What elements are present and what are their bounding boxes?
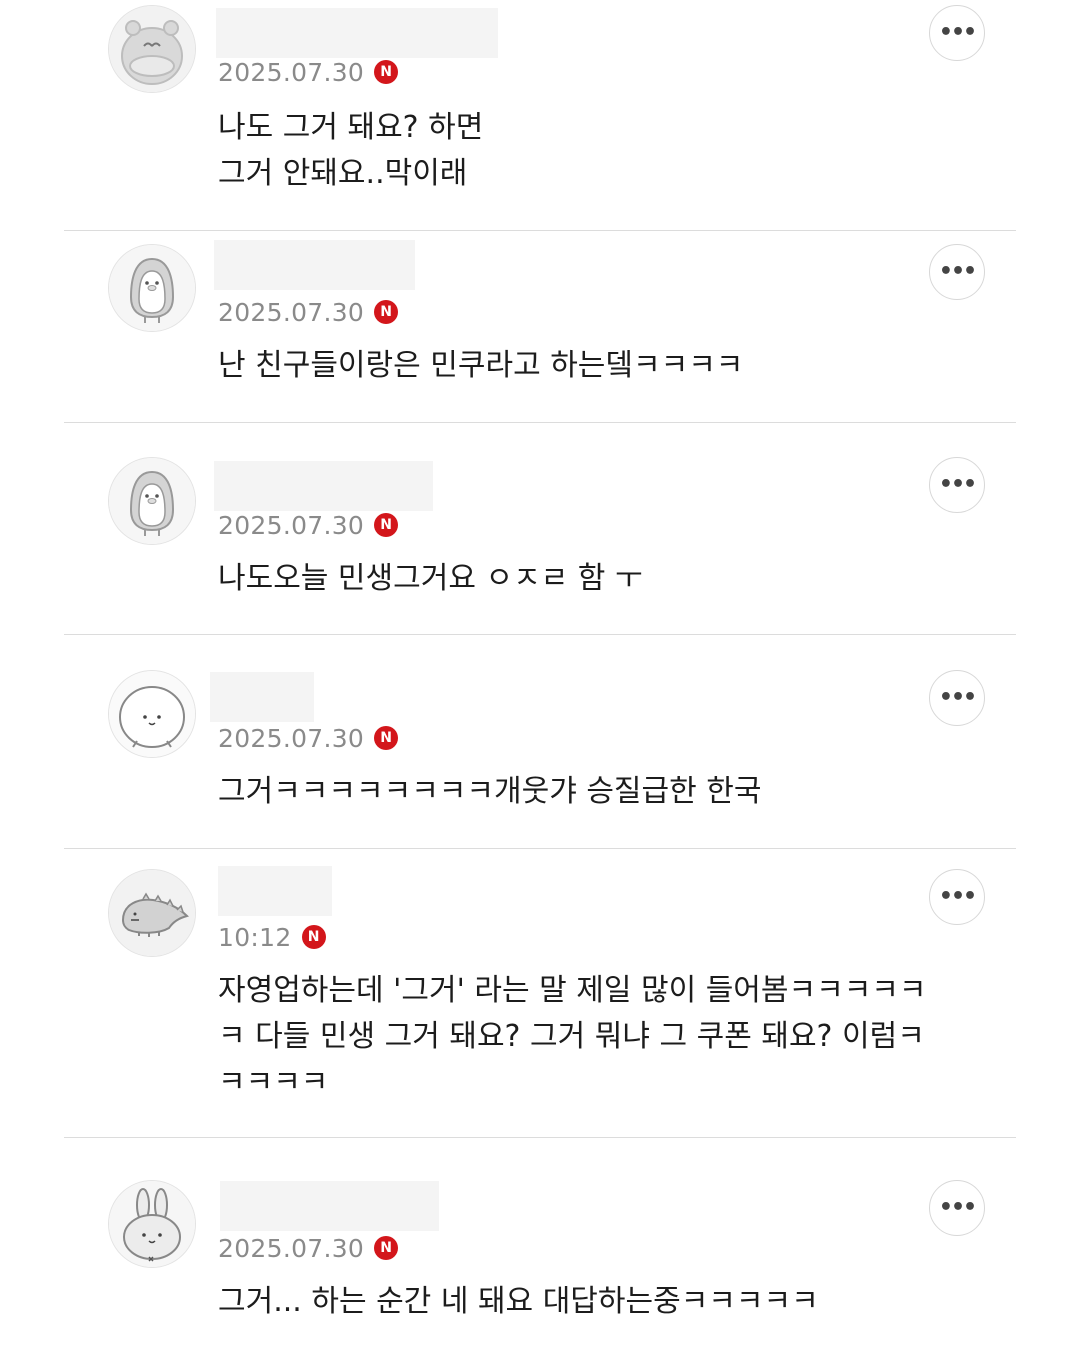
dinosaur-icon [109, 870, 195, 956]
comment-date: 10:12 [218, 922, 292, 952]
more-horizontal-icon: ••• [938, 685, 977, 710]
new-badge: N [374, 726, 399, 750]
divider [64, 1137, 1016, 1138]
penguin-icon [109, 458, 195, 544]
username-redacted [220, 1181, 439, 1231]
new-badge: N [374, 300, 399, 324]
comment-text: 나도 그거 돼요? 하면 그거 안돼요..막이래 [218, 110, 484, 191]
more-horizontal-icon: ••• [938, 1195, 977, 1220]
avatar[interactable] [108, 244, 196, 332]
hamster-icon [109, 6, 195, 92]
comment-text: 자영업하는데 '그거' 라는 말 제일 많이 들어봄ㅋㅋㅋㅋㅋ ㅋ 다들 민생 … [218, 973, 927, 1100]
comment-date: 2025.07.30 [218, 510, 365, 540]
new-badge: N [301, 925, 326, 949]
more-options-button[interactable]: ••• [929, 670, 985, 726]
username-redacted [216, 8, 498, 58]
comment-date: 2025.07.30 [218, 57, 365, 87]
more-options-button[interactable]: ••• [929, 5, 985, 61]
username-redacted [214, 240, 415, 290]
more-horizontal-icon: ••• [938, 884, 977, 909]
comment-text: 나도오늘 민생그거요 ㅇㅈㄹ 함 ㅜ [218, 561, 643, 596]
more-horizontal-icon: ••• [938, 259, 977, 284]
username-redacted [210, 672, 314, 722]
round-face-icon [109, 671, 195, 757]
new-badge: N [374, 60, 399, 84]
comment-text: 난 친구들이랑은 민쿠라고 하는뎈ㅋㅋㅋㅋ [218, 348, 744, 383]
divider [64, 848, 1016, 849]
more-options-button[interactable]: ••• [929, 1180, 985, 1236]
new-badge: N [374, 513, 399, 537]
avatar[interactable] [108, 670, 196, 758]
comment-meta: 2025.07.30 N [218, 57, 399, 87]
username-redacted [218, 866, 332, 916]
comment-date: 2025.07.30 [218, 297, 365, 327]
more-options-button[interactable]: ••• [929, 869, 985, 925]
new-badge: N [374, 1236, 399, 1260]
comment-date: 2025.07.30 [218, 723, 365, 753]
more-horizontal-icon: ••• [938, 20, 977, 45]
comment-text: 그거ㅋㅋㅋㅋㅋㅋㅋㅋ개웃갸 승질급한 한국 [218, 774, 762, 809]
avatar[interactable] [108, 869, 196, 957]
divider [64, 230, 1016, 231]
username-redacted [214, 461, 433, 511]
more-options-button[interactable]: ••• [929, 244, 985, 300]
comment-meta: 10:12 N [218, 922, 326, 952]
divider [64, 634, 1016, 635]
avatar[interactable] [108, 1180, 196, 1268]
comment-date: 2025.07.30 [218, 1233, 365, 1263]
comment-meta: 2025.07.30 N [218, 510, 399, 540]
more-horizontal-icon: ••• [938, 472, 977, 497]
avatar[interactable] [108, 457, 196, 545]
penguin-icon [109, 245, 195, 331]
more-options-button[interactable]: ••• [929, 457, 985, 513]
comment-meta: 2025.07.30 N [218, 723, 399, 753]
divider [64, 422, 1016, 423]
comment-meta: 2025.07.30 N [218, 1233, 399, 1263]
comment-text: 그거... 하는 순간 네 돼요 대답하는중ㅋㅋㅋㅋㅋ [218, 1284, 819, 1319]
avatar[interactable] [108, 5, 196, 93]
rabbit-icon [109, 1181, 195, 1267]
comment-meta: 2025.07.30 N [218, 297, 399, 327]
